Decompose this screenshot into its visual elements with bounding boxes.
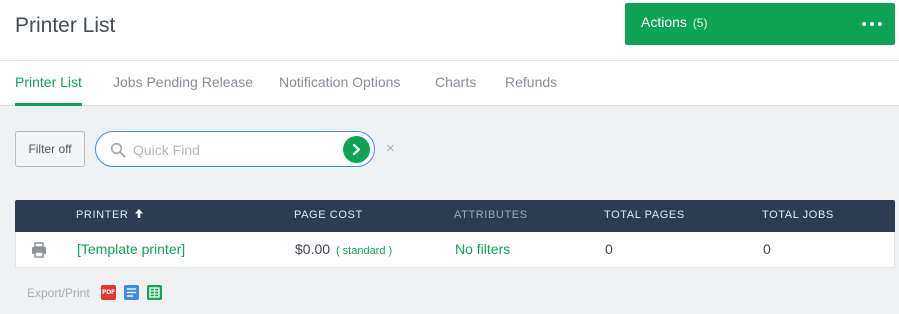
total-pages-cell: 0 bbox=[605, 241, 613, 257]
actions-count: (5) bbox=[692, 16, 708, 30]
chevron-right-icon bbox=[352, 143, 361, 156]
tab-charts[interactable]: Charts bbox=[435, 74, 476, 90]
printer-table: PRINTER PAGE COST ATTRIBUTES TOTAL PAGES… bbox=[15, 200, 895, 268]
tab-bar: Printer List Jobs Pending Release Notifi… bbox=[0, 61, 899, 106]
column-header-total-jobs[interactable]: TOTAL JOBS bbox=[762, 209, 834, 221]
search-icon bbox=[110, 142, 126, 158]
search-submit-button[interactable] bbox=[343, 136, 370, 163]
attributes-link[interactable]: No filters bbox=[455, 241, 510, 257]
print-list-icon[interactable] bbox=[124, 285, 139, 300]
table-row: [Template printer] $0.00 ( standard ) No… bbox=[15, 232, 895, 268]
filter-toggle-button[interactable]: Filter off bbox=[15, 131, 85, 167]
column-header-attributes: ATTRIBUTES bbox=[454, 209, 528, 221]
export-print-label: Export/Print bbox=[27, 286, 90, 300]
clear-search-icon[interactable]: × bbox=[386, 141, 395, 157]
printer-icon bbox=[32, 242, 46, 258]
more-horizontal-icon[interactable] bbox=[862, 22, 882, 26]
page-header: Printer List Actions (5) bbox=[0, 0, 899, 61]
quick-find-search bbox=[95, 131, 375, 167]
spreadsheet-icon[interactable] bbox=[147, 285, 162, 300]
page-cost-cell: $0.00 ( standard ) bbox=[295, 241, 392, 257]
actions-label: Actions (5) bbox=[641, 14, 707, 30]
page-title: Printer List bbox=[15, 14, 116, 37]
actions-text: Actions bbox=[641, 14, 687, 30]
column-header-printer[interactable]: PRINTER bbox=[76, 209, 144, 221]
column-header-total-pages[interactable]: TOTAL PAGES bbox=[604, 209, 685, 221]
actions-button[interactable]: Actions (5) bbox=[625, 3, 895, 45]
sort-ascending-icon bbox=[135, 209, 144, 218]
tab-refunds[interactable]: Refunds bbox=[505, 74, 557, 90]
tab-jobs-pending-release[interactable]: Jobs Pending Release bbox=[113, 74, 253, 90]
column-header-page-cost[interactable]: PAGE COST bbox=[294, 209, 363, 221]
tab-notification-options[interactable]: Notification Options bbox=[279, 74, 400, 90]
total-jobs-cell: 0 bbox=[763, 241, 771, 257]
printer-name-link[interactable]: [Template printer] bbox=[77, 241, 185, 257]
pdf-icon-text: PDF bbox=[102, 289, 115, 296]
table-header: PRINTER PAGE COST ATTRIBUTES TOTAL PAGES… bbox=[15, 200, 895, 232]
pdf-icon[interactable]: PDF bbox=[101, 285, 116, 300]
search-input[interactable] bbox=[133, 140, 333, 160]
column-label-printer: PRINTER bbox=[76, 209, 129, 221]
cost-type-label: ( standard ) bbox=[335, 245, 393, 257]
tab-printer-list[interactable]: Printer List bbox=[15, 74, 82, 106]
page-cost-value: $0.00 bbox=[295, 241, 331, 257]
